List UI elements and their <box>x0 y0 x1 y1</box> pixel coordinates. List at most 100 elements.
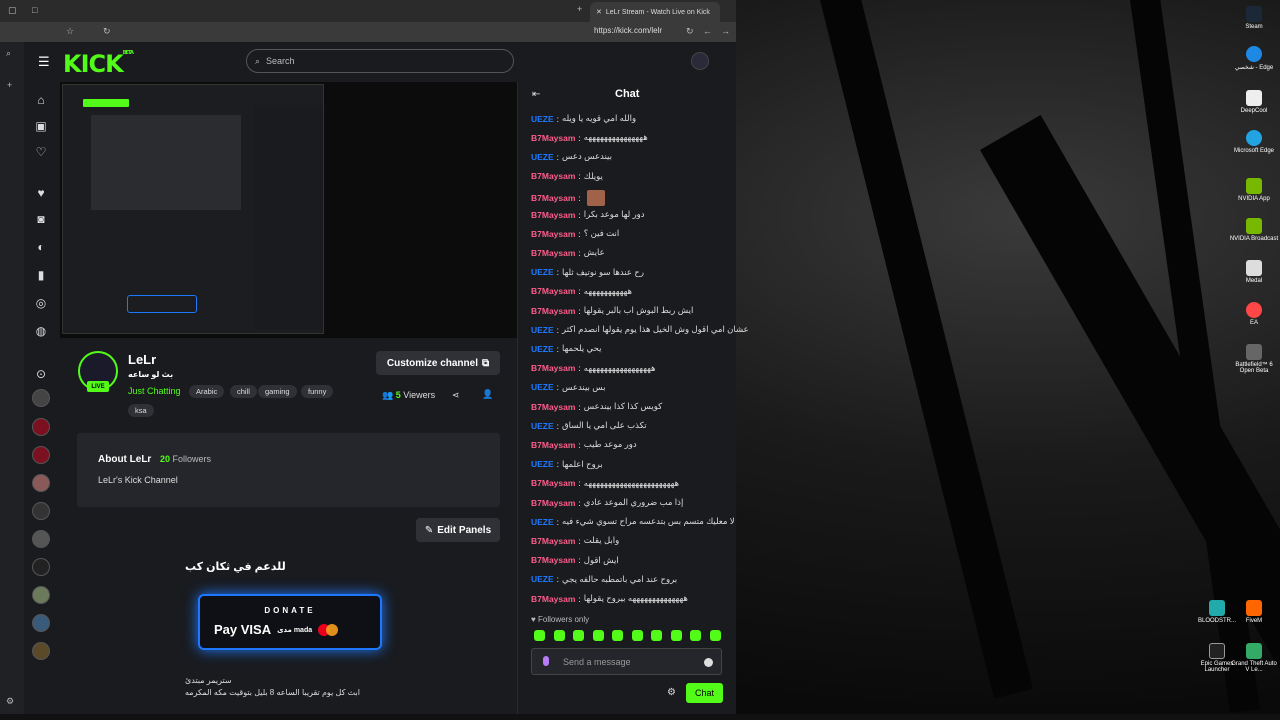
url-field[interactable]: https://kick.com/lelr <box>594 26 662 35</box>
following-icon[interactable]: ♡ <box>34 145 48 159</box>
desktop-icon-fivem[interactable]: FiveM <box>1229 600 1279 624</box>
sidebar-channel-avatar[interactable] <box>32 530 50 548</box>
emote-icon[interactable] <box>612 630 623 641</box>
chat-username[interactable]: B7Maysam <box>531 536 575 546</box>
forward-icon[interactable]: → <box>721 26 730 36</box>
browse-icon[interactable]: ▣ <box>34 119 48 133</box>
edit-panels-button[interactable]: ✎ Edit Panels <box>416 518 500 542</box>
chat-username[interactable]: B7Maysam <box>531 286 575 296</box>
desktop-icon-nvidia-broadcast[interactable]: NVIDIA Broadcast <box>1229 218 1279 242</box>
close-icon[interactable]: ✕ <box>596 8 602 16</box>
emote-icon[interactable] <box>670 630 682 641</box>
chat-username[interactable]: UEZE <box>531 344 554 354</box>
gear-icon[interactable]: ⚙ <box>667 687 676 698</box>
sidebar-channel-avatar[interactable] <box>32 586 50 604</box>
chat-username[interactable]: B7Maysam <box>531 555 575 565</box>
chat-username[interactable]: UEZE <box>531 152 554 162</box>
emote-icon[interactable] <box>592 630 604 641</box>
tag-chip[interactable]: ksa <box>128 404 154 417</box>
channel-icon[interactable]: ▮ <box>34 268 48 282</box>
emote-icon[interactable] <box>631 630 643 641</box>
home-icon[interactable]: ⌂ <box>34 93 48 107</box>
emoji-icon[interactable] <box>704 658 713 667</box>
desktop-icon-edge[interactable]: Microsoft Edge <box>1229 130 1279 154</box>
sidebar-channel-avatar[interactable] <box>32 558 50 576</box>
chat-username[interactable]: B7Maysam <box>531 594 575 604</box>
sidebar-channel-avatar[interactable] <box>32 418 50 436</box>
refresh-icon[interactable]: ↻ <box>103 26 111 37</box>
chat-username[interactable]: UEZE <box>531 517 554 527</box>
video-player[interactable] <box>60 82 517 338</box>
sidebar-channel-avatar[interactable] <box>32 474 50 492</box>
follow-user-icon[interactable]: 👤 <box>482 389 493 400</box>
tag-chip[interactable]: Arabic <box>189 385 225 398</box>
mic-icon[interactable] <box>543 656 549 666</box>
desktop-icon-steam[interactable]: Steam <box>1229 6 1279 30</box>
desktop-icon-gta[interactable]: Grand Theft Auto V Le... <box>1229 643 1279 673</box>
window-menu-icon[interactable]: ▢ <box>8 5 17 16</box>
tag-chip[interactable]: gaming <box>258 385 297 398</box>
tab-actions-icon[interactable]: □ <box>32 5 37 15</box>
search-icon[interactable]: ⌕ <box>6 48 11 59</box>
chat-username[interactable]: UEZE <box>531 382 554 392</box>
chat-username[interactable]: UEZE <box>531 459 554 469</box>
chat-username[interactable]: B7Maysam <box>531 402 575 412</box>
channel-icon[interactable]: ◙ <box>34 212 48 226</box>
share-icon[interactable]: ⋖ <box>452 390 460 401</box>
add-icon[interactable]: + <box>7 80 12 90</box>
favorite-icon[interactable]: ☆ <box>66 26 74 37</box>
desktop-icon-deepcool[interactable]: DeepCool <box>1229 90 1279 114</box>
menu-icon[interactable]: ☰ <box>38 54 50 70</box>
user-avatar[interactable] <box>691 52 709 70</box>
send-chat-button[interactable]: Chat <box>686 683 723 703</box>
back-icon[interactable]: ← <box>703 26 712 36</box>
sidebar-channel-avatar[interactable] <box>32 614 50 632</box>
chat-username[interactable]: B7Maysam <box>531 193 575 203</box>
emote-icon[interactable] <box>553 630 565 641</box>
chat-username[interactable]: B7Maysam <box>531 171 575 181</box>
customize-channel-button[interactable]: Customize channel ⧉ <box>376 351 500 375</box>
broadcast-icon[interactable]: ⊙ <box>34 367 48 381</box>
chat-username[interactable]: B7Maysam <box>531 210 575 220</box>
channel-icon[interactable]: ◍ <box>34 324 48 338</box>
sidebar-channel-avatar[interactable] <box>32 389 50 407</box>
channel-icon[interactable]: ◎ <box>34 296 48 310</box>
chat-username[interactable]: B7Maysam <box>531 133 575 143</box>
sidebar-channel-avatar[interactable] <box>32 446 50 464</box>
emote-icon[interactable] <box>534 630 545 641</box>
sidebar-channel-avatar[interactable] <box>32 502 50 520</box>
desktop-icon-ea[interactable]: EA <box>1229 302 1279 326</box>
chat-username[interactable]: B7Maysam <box>531 363 575 373</box>
chat-username[interactable]: B7Maysam <box>531 306 575 316</box>
sidebar-channel-avatar[interactable] <box>32 642 50 660</box>
desktop-icon-battlefield[interactable]: Battlefield™ 6 Open Beta <box>1229 344 1279 374</box>
chat-username[interactable]: UEZE <box>531 267 554 277</box>
settings-icon[interactable]: ⚙ <box>6 696 14 707</box>
stream-category[interactable]: Just Chatting <box>128 386 181 396</box>
chat-username[interactable]: B7Maysam <box>531 498 575 508</box>
emote-icon[interactable] <box>573 630 584 641</box>
collapse-chat-icon[interactable]: ⇤ <box>532 89 540 100</box>
kick-logo[interactable]: KICKBETA <box>63 50 134 78</box>
desktop-icon-edge-profile[interactable]: شخصي - Edge <box>1229 46 1279 71</box>
search-input[interactable]: ⌕ Search <box>246 49 514 73</box>
heart-icon[interactable]: ♥ <box>34 186 48 200</box>
chat-username[interactable]: B7Maysam <box>531 248 575 258</box>
chat-username[interactable]: UEZE <box>531 574 554 584</box>
donate-button[interactable]: DONATE Pay VISA مدى mada <box>198 594 382 650</box>
chat-username[interactable]: UEZE <box>531 114 554 124</box>
chat-username[interactable]: UEZE <box>531 325 554 335</box>
desktop-icon-nvidia-app[interactable]: NVIDIA App <box>1229 178 1279 202</box>
chat-username[interactable]: B7Maysam <box>531 478 575 488</box>
chat-username[interactable]: B7Maysam <box>531 229 575 239</box>
reload-icon[interactable]: ↻ <box>686 26 694 37</box>
tab-kick[interactable]: ✕ LeLr Stream - Watch Live on Kick <box>590 2 720 22</box>
channel-icon[interactable]: ◐ <box>34 240 48 254</box>
tag-chip[interactable]: funny <box>301 385 334 398</box>
chat-username[interactable]: UEZE <box>531 421 554 431</box>
new-tab-icon[interactable]: + <box>577 4 582 14</box>
emote-icon[interactable] <box>651 630 662 641</box>
emote-icon[interactable] <box>690 630 701 641</box>
chat-username[interactable]: B7Maysam <box>531 440 575 450</box>
desktop-icon-medal[interactable]: Medal <box>1229 260 1279 284</box>
